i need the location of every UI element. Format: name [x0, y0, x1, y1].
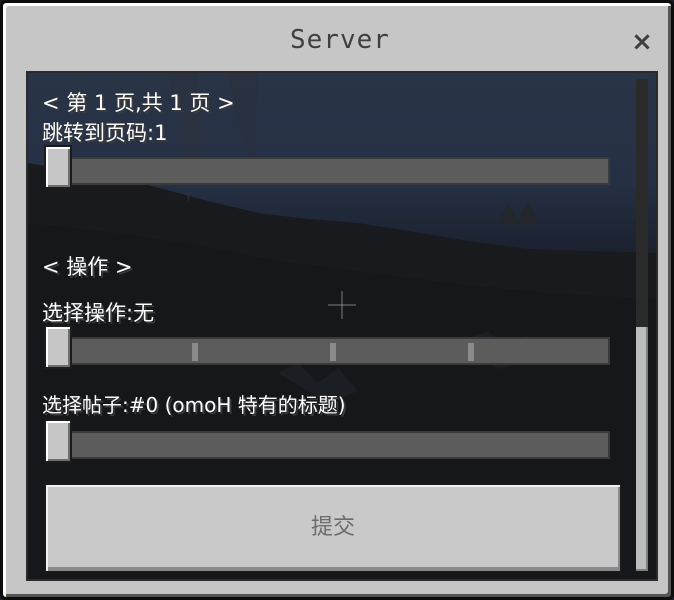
page-slider-handle[interactable] [44, 145, 72, 189]
operation-slider-handle[interactable] [44, 325, 72, 369]
dialog-title: Server [290, 25, 390, 55]
slider-notch [468, 343, 474, 361]
scrollbar-thumb[interactable] [636, 327, 648, 571]
operation-slider-track[interactable] [44, 337, 610, 365]
slider-notch [330, 343, 336, 361]
chevron-left-icon[interactable]: < [42, 91, 60, 115]
jump-to-page-label: 跳转到页码:1 [42, 121, 168, 145]
chevron-right-icon[interactable]: > [115, 255, 133, 279]
slider-notch [192, 343, 198, 361]
chevron-left-icon[interactable]: < [42, 255, 60, 279]
post-slider-handle[interactable] [44, 419, 72, 463]
operation-slider[interactable] [44, 325, 610, 369]
crosshair-icon [328, 291, 356, 319]
page-label: 第 1 页,共 1 页 [66, 91, 211, 115]
server-dialog: Server × < 第 1 页,共 1 页 > 跳转到页码:1 < 操作 > … [0, 0, 674, 600]
operation-header: 操作 [66, 255, 109, 279]
close-icon[interactable]: × [627, 27, 657, 57]
page-slider-track[interactable] [44, 157, 610, 185]
page-slider[interactable] [44, 145, 610, 189]
post-slider-track[interactable] [44, 431, 610, 459]
select-operation-label: 选择操作:无 [42, 301, 155, 325]
scrollbar[interactable] [636, 79, 648, 571]
content-panel: < 第 1 页,共 1 页 > 跳转到页码:1 < 操作 > 选择操作:无 选择… [26, 71, 658, 581]
page-indicator: < 第 1 页,共 1 页 > [42, 87, 235, 117]
submit-button[interactable]: 提交 [44, 483, 622, 573]
post-slider[interactable] [44, 419, 610, 463]
chevron-right-icon[interactable]: > [217, 91, 235, 115]
select-post-label: 选择帖子:#0 (omoH 特有的标题) [42, 393, 346, 417]
operation-section: < 操作 > [42, 251, 133, 281]
